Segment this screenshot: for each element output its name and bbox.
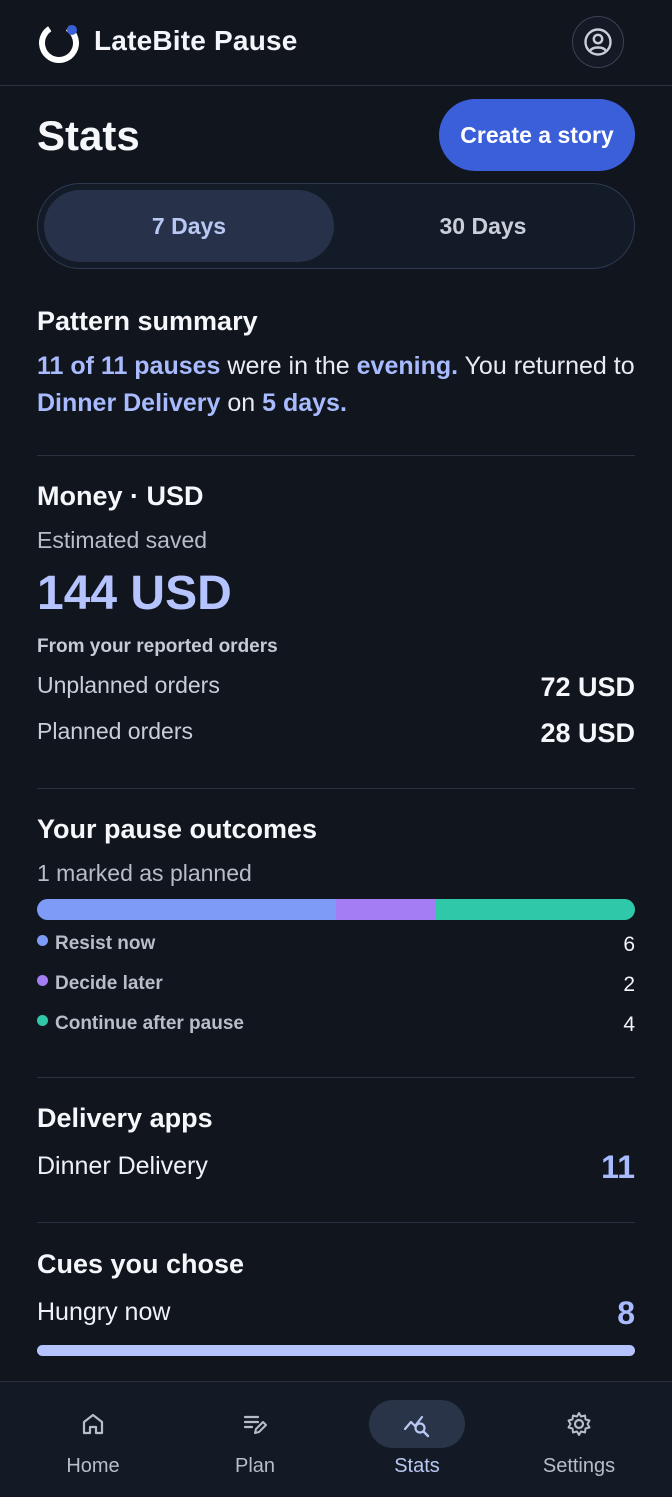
- summary-text: were in the: [220, 352, 357, 380]
- pattern-summary-title: Pattern summary: [37, 306, 258, 336]
- planned-orders-label: Planned orders: [37, 718, 193, 744]
- insights-icon: [403, 1415, 430, 1438]
- outcome-count: 6: [623, 933, 635, 956]
- estimated-saved-amount: 144 USD: [37, 567, 232, 620]
- app-logo-icon: [39, 23, 79, 63]
- continue-after-pause-dot: [37, 1015, 48, 1026]
- bottom-navigation: Home Plan Stats Settings: [0, 1381, 672, 1496]
- continue-after-pause-segment: [435, 899, 635, 920]
- decide-later-dot: [37, 975, 48, 986]
- outcomes-stacked-bar: [37, 899, 635, 920]
- account-circle-icon: [584, 28, 612, 56]
- summary-days: 5 days.: [262, 389, 347, 417]
- delivery-apps-title: Delivery apps: [37, 1103, 213, 1133]
- outcome-label: Continue after pause: [55, 1013, 244, 1034]
- divider: [37, 455, 635, 456]
- unplanned-orders-value: 72 USD: [540, 672, 635, 702]
- summary-text: on: [220, 389, 263, 417]
- summary-time-of-day: evening.: [356, 352, 459, 380]
- tab-30-days[interactable]: 30 Days: [338, 190, 628, 262]
- divider: [37, 788, 635, 789]
- summary-app-name: Dinner Delivery: [37, 389, 221, 417]
- divider: [37, 1222, 635, 1223]
- source-note: From your reported orders: [37, 636, 278, 657]
- cues-title: Cues you chose: [37, 1249, 245, 1279]
- decide-later-segment: [336, 899, 436, 920]
- nav-label: Settings: [542, 1455, 616, 1477]
- cue-bar: [37, 1345, 635, 1356]
- tab-7-days[interactable]: 7 Days: [44, 190, 334, 262]
- outcome-count: 2: [623, 973, 635, 996]
- divider: [37, 1077, 635, 1078]
- gear-icon: [567, 1412, 591, 1436]
- page-title: Stats: [37, 112, 140, 159]
- profile-button[interactable]: [572, 16, 624, 68]
- outcomes-subtitle: 1 marked as planned: [37, 860, 252, 886]
- planned-orders-value: 28 USD: [540, 718, 635, 748]
- nav-home[interactable]: Home: [33, 1382, 153, 1497]
- summary-pause-count: 11 of 11 pauses: [37, 352, 221, 380]
- delivery-app-name: Dinner Delivery: [37, 1152, 208, 1180]
- outcomes-title: Your pause outcomes: [37, 814, 318, 844]
- nav-label: Stats: [394, 1455, 440, 1477]
- outcome-row-continue: Continue after pause 4: [37, 1013, 635, 1041]
- edit-list-icon: [243, 1415, 267, 1434]
- resist-now-dot: [37, 935, 48, 946]
- range-toggle: 7 Days 30 Days: [37, 183, 635, 269]
- outcome-row-resist: Resist now 6: [37, 933, 635, 961]
- unplanned-orders-label: Unplanned orders: [37, 672, 220, 698]
- nav-label: Home: [66, 1455, 120, 1477]
- nav-plan[interactable]: Plan: [195, 1382, 315, 1497]
- outcome-label: Decide later: [55, 973, 163, 994]
- money-title: Money · USD: [37, 481, 204, 511]
- create-story-button[interactable]: Create a story: [439, 99, 635, 171]
- cue-count: 8: [617, 1295, 635, 1331]
- nav-label: Plan: [234, 1455, 276, 1477]
- outcome-row-decide-later: Decide later 2: [37, 973, 635, 1001]
- home-icon: [82, 1413, 104, 1435]
- summary-text: You returned to: [458, 352, 635, 380]
- nav-settings[interactable]: Settings: [519, 1382, 639, 1497]
- outcome-count: 4: [623, 1013, 635, 1036]
- cue-label: Hungry now: [37, 1298, 171, 1326]
- delivery-app-count: 11: [601, 1149, 635, 1185]
- nav-stats[interactable]: Stats: [357, 1382, 477, 1497]
- pattern-summary-text: 11 of 11 pauses were in the evening. You…: [37, 348, 635, 422]
- top-app-bar: LateBite Pause: [0, 0, 672, 86]
- app-title: LateBite Pause: [94, 25, 298, 56]
- estimated-saved-label: Estimated saved: [37, 527, 208, 553]
- resist-now-segment: [37, 899, 336, 920]
- outcome-label: Resist now: [55, 933, 156, 954]
